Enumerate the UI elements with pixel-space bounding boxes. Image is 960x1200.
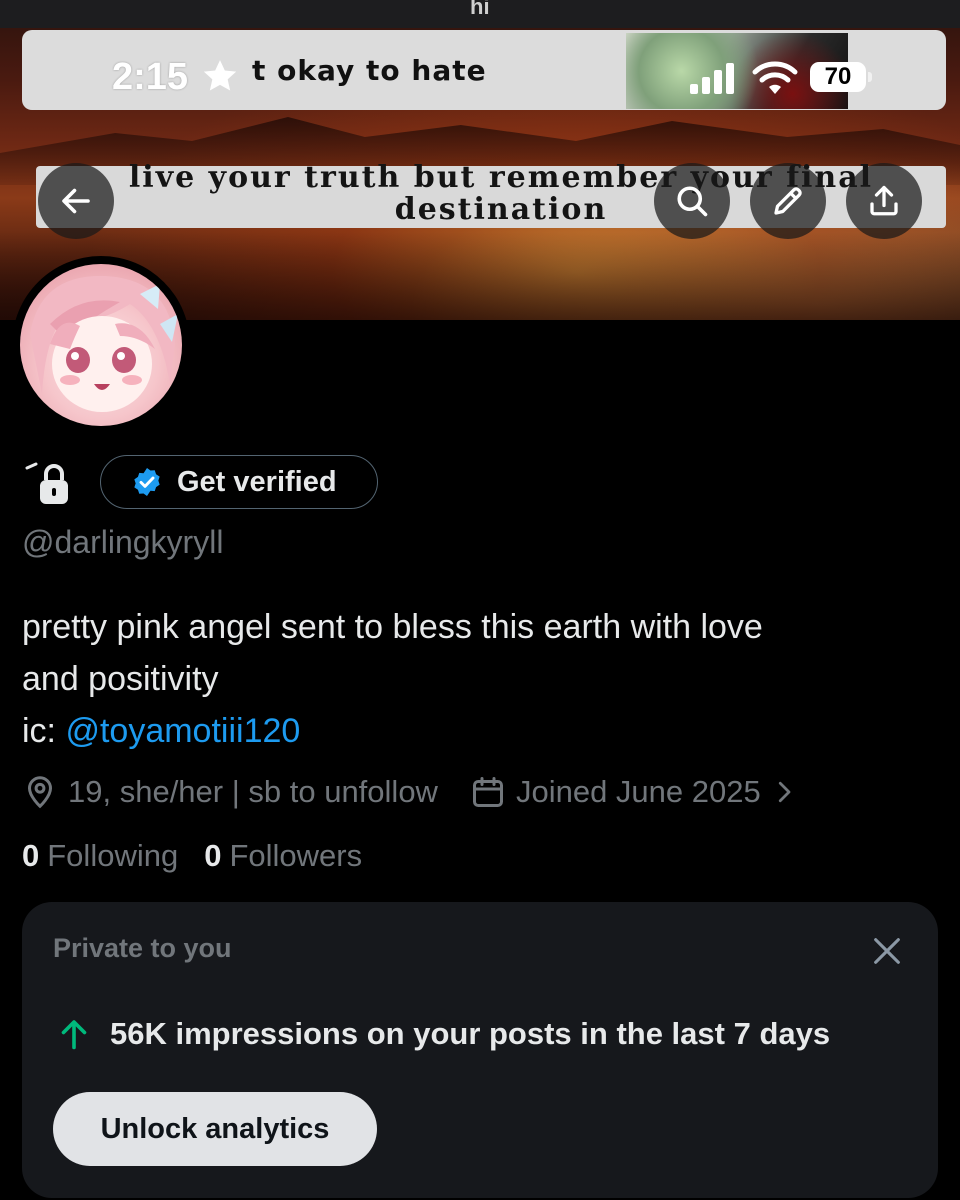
edit-profile-button[interactable] xyxy=(750,163,826,239)
pencil-icon xyxy=(774,187,802,215)
followers-count: 0 xyxy=(204,838,222,873)
unlock-analytics-button[interactable]: Unlock analytics xyxy=(53,1092,377,1166)
bio-line-3: ic: @toyamotiii120 xyxy=(22,705,922,757)
search-icon xyxy=(677,186,708,217)
banner-meme-text-1: t okay to hate xyxy=(252,54,487,87)
impressions-stat-text: 56K impressions on your posts in the las… xyxy=(110,1016,831,1051)
banner-meme-top-text: hi xyxy=(470,0,490,19)
battery-indicator: 70 xyxy=(810,62,866,92)
wifi-icon xyxy=(752,61,798,94)
share-icon xyxy=(870,185,898,216)
get-verified-button[interactable]: Get verified xyxy=(100,455,378,509)
get-verified-label: Get verified xyxy=(177,465,337,498)
profile-page: hi t okay to hate live your truth but re… xyxy=(0,0,960,1200)
arrow-left-icon xyxy=(62,188,90,214)
following-label: Following xyxy=(47,838,179,873)
private-analytics-card: Private to you 56K impressions on your p… xyxy=(22,902,938,1198)
signal-icon xyxy=(690,63,734,94)
profile-handle: @darlingkyryll xyxy=(22,524,224,560)
impressions-stat: 56K impressions on your posts in the las… xyxy=(56,1016,830,1052)
following-link[interactable]: 0 Following xyxy=(22,838,178,874)
private-card-title: Private to you xyxy=(53,933,232,963)
follow-stats: 0 Following 0 Followers xyxy=(22,838,362,874)
back-button[interactable] xyxy=(38,163,114,239)
followers-link[interactable]: 0 Followers xyxy=(204,838,362,874)
profile-meta-row: 19, she/her | sb to unfollow Joined June… xyxy=(22,768,799,816)
battery-nub xyxy=(868,72,872,82)
share-button[interactable] xyxy=(846,163,922,239)
bio-line-1: pretty pink angel sent to bless this ear… xyxy=(22,608,763,646)
avatar-image xyxy=(20,264,182,426)
profile-joined-date[interactable]: Joined June 2025 xyxy=(516,774,761,810)
bio-ic-prefix: ic: xyxy=(22,712,66,750)
bio-line-2: and positivity xyxy=(22,660,219,698)
focus-star-icon xyxy=(203,60,237,91)
followers-label: Followers xyxy=(229,838,363,873)
search-button[interactable] xyxy=(654,163,730,239)
close-icon[interactable] xyxy=(870,934,904,968)
protected-lock-icon xyxy=(25,462,68,504)
bio-mention-link[interactable]: @toyamotiii120 xyxy=(65,712,300,750)
location-pin-icon xyxy=(27,776,53,809)
verified-badge-icon xyxy=(134,468,160,496)
chevron-right-icon[interactable] xyxy=(769,777,799,807)
profile-location: 19, she/her | sb to unfollow xyxy=(68,774,438,809)
profile-bio: pretty pink angel sent to bless this ear… xyxy=(22,601,922,757)
following-count: 0 xyxy=(22,838,40,873)
avatar-art xyxy=(30,275,178,412)
arrow-up-icon xyxy=(61,1020,87,1050)
avatar[interactable] xyxy=(12,256,190,434)
status-time: 2:15 xyxy=(112,56,189,98)
calendar-icon xyxy=(472,777,503,807)
